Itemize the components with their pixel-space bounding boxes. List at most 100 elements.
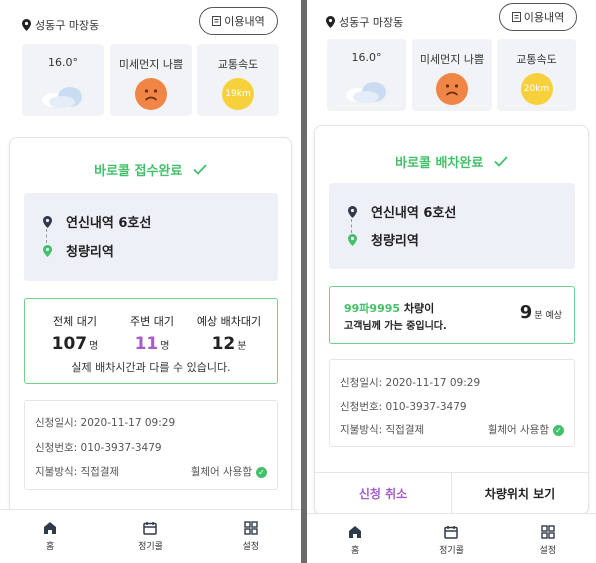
nearby-wait-value: 11 [134, 334, 159, 354]
tab-bar: 홈 정기콜 설정 [307, 513, 596, 563]
history-label: 이용내역 [224, 15, 265, 28]
home-icon [44, 522, 57, 534]
history-button[interactable]: 이용내역 [199, 7, 278, 35]
info-date-row: 신청일시: 2020-11-17 09:29 [35, 415, 267, 430]
traffic-card: 교통속도 19km [197, 44, 279, 116]
route-origin: 연신내역 6호선 [345, 202, 456, 221]
tab-settings[interactable]: 설정 [500, 514, 596, 563]
location-text: 성동구 마장동 [339, 16, 404, 29]
dust-text: 미세먼지 나쁨 [419, 53, 485, 66]
destination-text: 청량리역 [371, 234, 419, 249]
eta-value: 9 [519, 302, 533, 323]
payment-method: 지불방식: 직접결제 [340, 424, 425, 436]
route-destination: 청량리역 [40, 241, 114, 260]
weather-temp-card: 16.0° [327, 39, 406, 111]
eta: 9 분 예상 [520, 302, 562, 323]
wheelchair-status: 휠체어 사용함 ✓ [488, 422, 564, 437]
view-vehicle-location-button[interactable]: 차량위치 보기 [452, 473, 588, 514]
waiting-box: 전체 대기 107 명 주변 대기 11 명 예상 배차대기 12 분 실제 배차시간… [24, 298, 278, 384]
total-wait-value: 107 [51, 334, 88, 354]
document-icon [511, 12, 521, 22]
dust-card: 미세먼지 나쁨 [412, 39, 492, 111]
info-phone-row: 신청번호: 010-3937-3479 [35, 440, 267, 455]
wheelchair-text: 휠체어 사용함 [487, 424, 549, 436]
info-date-row: 신청일시: 2020-11-17 09:29 [340, 375, 564, 390]
tab-home-label: 홈 [46, 542, 55, 552]
tab-settings[interactable]: 설정 [201, 510, 301, 563]
expected-wait-unit: 분 [237, 341, 247, 352]
request-phone: 신청번호: 010-3937-3479 [340, 401, 467, 413]
expected-wait-value: 12 [211, 334, 236, 354]
tab-settings-label: 설정 [242, 542, 260, 552]
waiting-note: 실제 배차시간과 다를 수 있습니다. [71, 361, 231, 374]
route-box: 연신내역 6호선 청량리역 [329, 183, 575, 269]
location: 성동구 마장동 [326, 14, 403, 30]
location: 성동구 마장동 [22, 17, 99, 33]
dust-card: 미세먼지 나쁨 [110, 44, 192, 116]
expected-wait-header: 예상 배차대기 [196, 315, 262, 328]
total-wait: 전체 대기 107 명 [35, 313, 115, 354]
request-card: 바로콜 접수완료 연신내역 6호선 청량리역 전체 대기 107 명 주변 대기 … [9, 137, 292, 537]
check-circle-icon: ✓ [256, 467, 267, 478]
info-payment-row: 지불방식: 직접결제 휠체어 사용함 ✓ [35, 464, 267, 479]
traffic-card: 교통속도 20km [497, 39, 576, 111]
wheelchair-status: 휠체어 사용함 ✓ [191, 464, 267, 479]
tab-regular-call[interactable]: 정기콜 [100, 510, 200, 563]
total-wait-unit: 명 [89, 341, 99, 352]
request-phone: 신청번호: 010-3937-3479 [35, 442, 162, 454]
checkmark-icon [494, 156, 508, 167]
tab-regular-call[interactable]: 정기콜 [403, 514, 499, 563]
speed-icon: 19km [222, 78, 254, 110]
route-origin: 연신내역 6호선 [40, 212, 151, 231]
speed-icon: 20km [520, 73, 553, 105]
dispatch-line1-suffix: 차량이 [400, 302, 435, 315]
origin-text: 연신내역 6호선 [66, 216, 152, 231]
grid-icon [244, 521, 258, 535]
grid-icon [541, 525, 555, 539]
cloud-icon [345, 82, 386, 103]
status-title: 바로콜 배차완료 [315, 152, 588, 171]
vehicle-plate: 99파9995 [344, 302, 401, 315]
traffic-text: 교통속도 [516, 53, 557, 66]
check-circle-icon: ✓ [553, 425, 564, 436]
tab-home[interactable]: 홈 [0, 510, 100, 563]
history-button[interactable]: 이용내역 [499, 3, 577, 31]
tab-settings-label: 설정 [539, 546, 557, 556]
dispatch-card: 바로콜 배차완료 연신내역 6호선 청량리역 99파9995 차량이 고객님께 … [314, 125, 589, 515]
dispatch-box: 99파9995 차량이 고객님께 가는 중입니다. 9 분 예상 [329, 286, 575, 344]
origin-pin-icon [42, 215, 52, 228]
location-text: 성동구 마장동 [35, 19, 100, 32]
temperature-text: 16.0° [351, 51, 382, 64]
dispatch-line2: 고객님께 가는 중입니다. [344, 321, 447, 332]
status-text: 바로콜 배차완료 [395, 156, 484, 171]
info-box: 신청일시: 2020-11-17 09:29 신청번호: 010-3937-34… [329, 359, 575, 447]
dispatch-line1: 99파9995 차량이 [344, 300, 434, 316]
tab-regular-call-label: 정기콜 [439, 546, 464, 556]
route-destination: 청량리역 [345, 230, 419, 249]
request-date: 신청일시: 2020-11-17 09:29 [340, 377, 481, 389]
location-pin-icon [22, 19, 31, 31]
total-wait-header: 전체 대기 [53, 315, 97, 328]
info-payment-row: 지불방식: 직접결제 휠체어 사용함 ✓ [340, 422, 564, 437]
traffic-text: 교통속도 [217, 58, 259, 71]
history-label: 이용내역 [523, 11, 565, 24]
calendar-icon [143, 522, 158, 535]
status-title: 바로콜 접수완료 [10, 160, 291, 179]
status-text: 바로콜 접수완료 [94, 164, 183, 179]
request-date: 신청일시: 2020-11-17 09:29 [35, 417, 176, 429]
expected-wait: 예상 배차대기 12 분 [189, 313, 269, 354]
location-pin-icon [326, 16, 335, 28]
cancel-request-button[interactable]: 신청 취소 [315, 473, 452, 514]
info-box: 신청일시: 2020-11-17 09:29 신청번호: 010-3937-34… [24, 400, 278, 490]
home-icon [349, 526, 362, 538]
wheelchair-text: 휠체어 사용함 [190, 466, 252, 478]
tab-home[interactable]: 홈 [307, 514, 403, 563]
tab-regular-call-label: 정기콜 [138, 542, 163, 552]
sad-face-icon [135, 78, 167, 110]
nearby-wait-unit: 명 [160, 341, 170, 352]
payment-method: 지불방식: 직접결제 [35, 466, 120, 478]
document-icon [212, 16, 222, 26]
destination-pin-icon [42, 244, 52, 257]
sad-face-icon [436, 73, 468, 105]
route-box: 연신내역 6호선 청량리역 [24, 193, 278, 281]
